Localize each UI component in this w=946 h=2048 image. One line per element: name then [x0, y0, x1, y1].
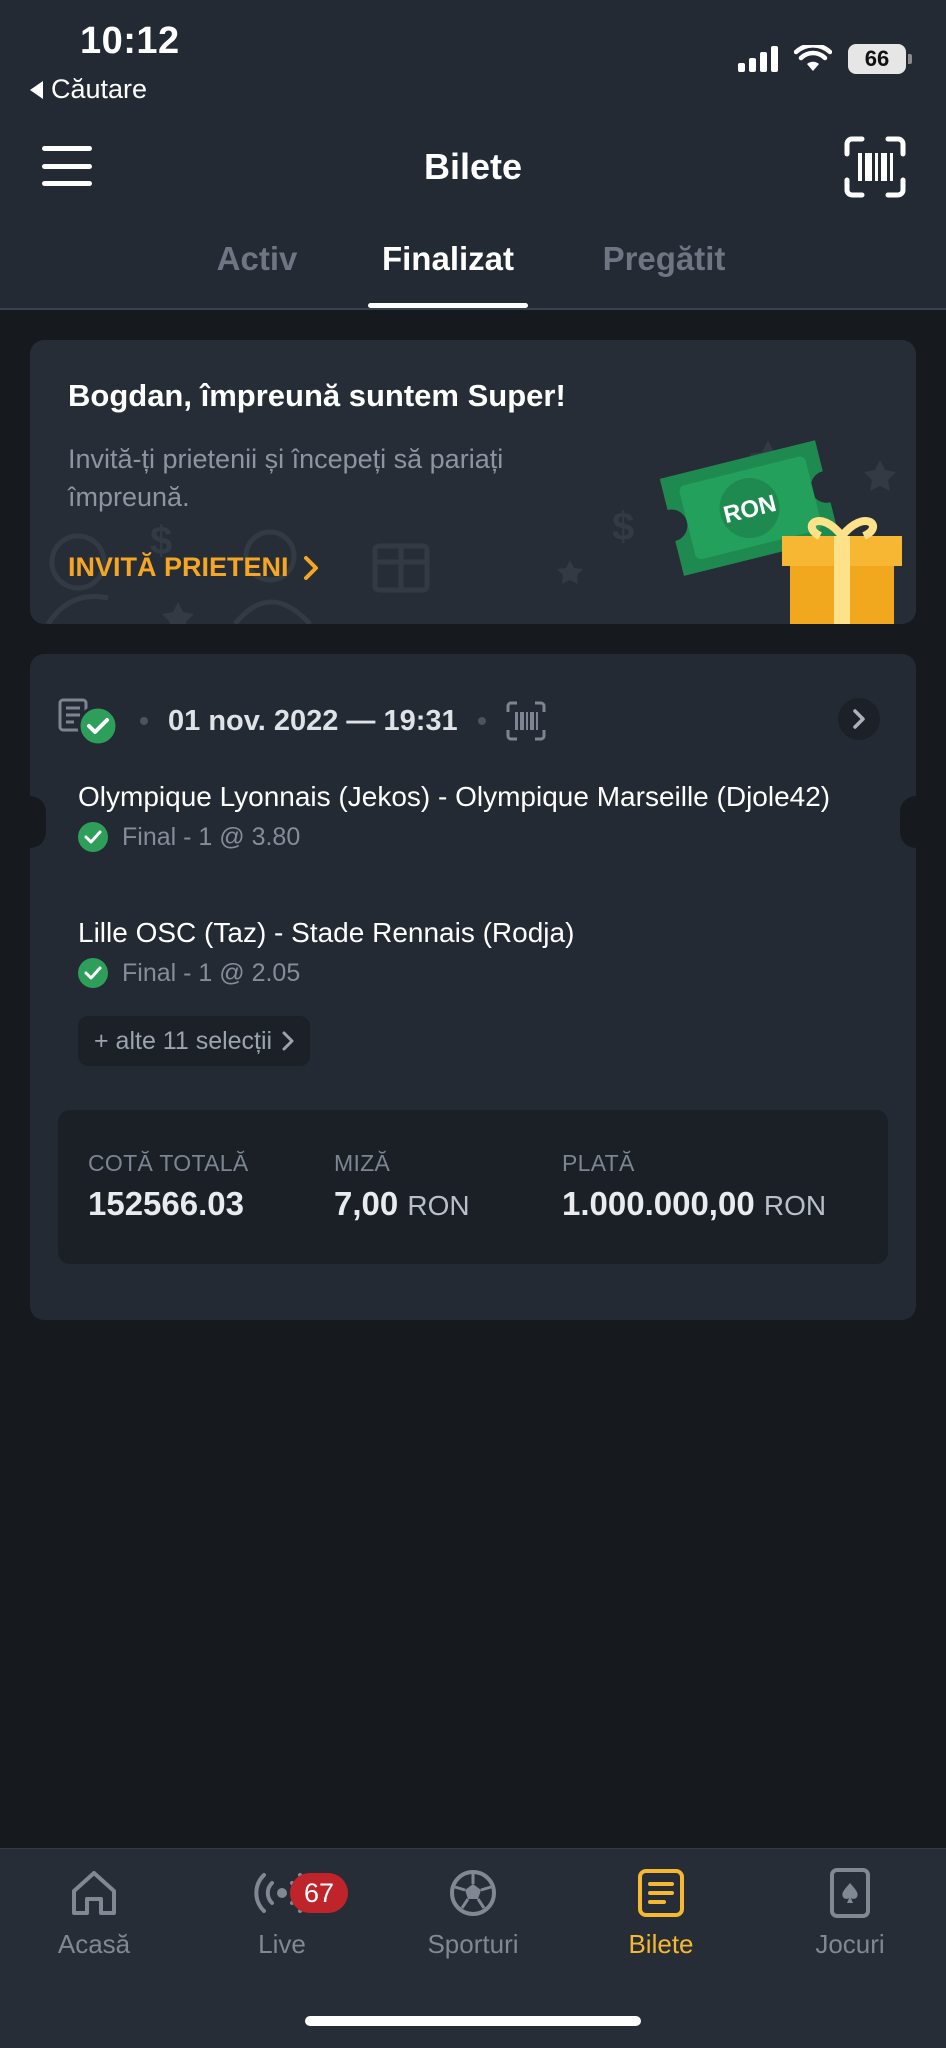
- barcode-scan-button[interactable]: [844, 136, 906, 198]
- home-indicator: [305, 2016, 641, 2026]
- selection-item: Lille OSC (Taz) - Stade Rennais (Rodja) …: [78, 916, 838, 988]
- tab-activ[interactable]: Activ: [214, 240, 300, 308]
- payout-label: PLATĂ: [562, 1150, 635, 1176]
- total-odds: COTĂ TOTALĂ 152566.03: [88, 1150, 249, 1223]
- back-to-search-link[interactable]: Căutare: [30, 74, 147, 105]
- nav-games-label: Jocuri: [815, 1929, 885, 1959]
- tab-pregatit[interactable]: Pregătit: [596, 240, 732, 308]
- selection-result-text: Final - 1 @ 3.80: [122, 822, 301, 851]
- back-arrow-icon: [30, 80, 43, 99]
- selection-match: Lille OSC (Taz) - Stade Rennais (Rodja): [78, 917, 575, 948]
- nav-sports-label: Sporturi: [427, 1929, 519, 1959]
- nav-live-label: Live: [258, 1929, 306, 1959]
- back-label: Căutare: [51, 74, 148, 104]
- chevron-right-icon: [282, 1031, 294, 1051]
- promo-description: Invită-ți prietenii și începeți să paria…: [68, 444, 504, 512]
- more-selections-label: + alte 11 selecții: [94, 1026, 273, 1055]
- payout-value: 1.000.000,00: [562, 1185, 755, 1222]
- signal-icon: [738, 46, 778, 72]
- payout: PLATĂ 1.000.000,00 RON: [562, 1150, 826, 1223]
- stake-amount: 7,00 RON: [334, 1185, 470, 1223]
- selection-result: Final - 1 @ 2.05: [78, 958, 838, 988]
- app-header: 10:12 Căutare 66 Bilete Activ Finalizat …: [0, 0, 946, 310]
- separator-dot: [140, 717, 148, 725]
- ticket-icon: [638, 1869, 684, 1917]
- status-time: 10:12: [80, 20, 180, 62]
- home-icon: [72, 1871, 116, 1915]
- invite-friends-label: INVITĂ PRIETENI: [68, 552, 289, 582]
- nav-tickets-label: Bilete: [628, 1929, 694, 1959]
- wifi-icon: [794, 45, 832, 71]
- stake-value: 7,00: [334, 1185, 399, 1222]
- ticket-details-button[interactable]: [838, 698, 880, 740]
- svg-text:$: $: [612, 505, 634, 549]
- tabs: Activ Finalizat Pregătit: [0, 240, 946, 310]
- nav-sports[interactable]: Sporturi: [393, 1865, 553, 1960]
- status-indicators: 66: [738, 44, 912, 74]
- selection-match: Olympique Lyonnais (Jekos) - Olympique M…: [78, 781, 831, 812]
- selection-result-text: Final - 1 @ 2.05: [122, 958, 301, 987]
- live-count-badge: 67: [290, 1873, 348, 1913]
- chevron-right-icon: [853, 709, 865, 729]
- invite-promo-card[interactable]: $ $ RON Bogdan, împreună suntem Super! I…: [30, 340, 916, 624]
- invite-friends-link[interactable]: INVITĂ PRIETENI: [68, 552, 319, 583]
- nav-tickets[interactable]: Bilete: [581, 1865, 741, 1960]
- check-icon: [78, 822, 108, 852]
- nav-home[interactable]: Acasă: [14, 1865, 174, 1960]
- cards-icon: [830, 1868, 870, 1918]
- total-odds-label: COTĂ TOTALĂ: [88, 1150, 249, 1176]
- battery-level: 66: [864, 46, 890, 71]
- payout-currency: RON: [763, 1190, 827, 1221]
- tab-finalizat[interactable]: Finalizat: [368, 240, 528, 308]
- ticket-datetime: 01 nov. 2022 — 19:31: [168, 704, 458, 737]
- stake-label: MIZĂ: [334, 1150, 391, 1176]
- more-selections-button[interactable]: + alte 11 selecții: [78, 1016, 311, 1066]
- check-icon: [78, 958, 108, 988]
- ticket-won-icon: [58, 696, 120, 747]
- stake-currency: RON: [407, 1190, 470, 1221]
- ticket-header: 01 nov. 2022 — 19:31: [58, 696, 546, 747]
- stake: MIZĂ 7,00 RON: [334, 1150, 470, 1223]
- page-title: Bilete: [423, 146, 523, 187]
- ticket-summary: COTĂ TOTALĂ 152566.03 MIZĂ 7,00 RON PLAT…: [58, 1110, 888, 1264]
- selection-result: Final - 1 @ 3.80: [78, 822, 838, 852]
- nav-live[interactable]: Live 67: [202, 1865, 362, 1960]
- selection-item: Olympique Lyonnais (Jekos) - Olympique M…: [78, 780, 838, 852]
- ticket-notch-right: [900, 796, 916, 848]
- chevron-right-icon: [303, 555, 318, 580]
- soccer-ball-icon: [450, 1870, 496, 1916]
- nav-games[interactable]: Jocuri: [770, 1865, 930, 1960]
- barcode-icon[interactable]: [506, 701, 546, 741]
- total-odds-value: 152566.03: [88, 1185, 244, 1222]
- ticket-card[interactable]: 01 nov. 2022 — 19:31 Olympique Lyonnais …: [30, 654, 916, 1320]
- promo-title: Bogdan, împreună suntem Super!: [68, 378, 566, 413]
- payout-amount: 1.000.000,00 RON: [562, 1185, 826, 1223]
- nav-home-label: Acasă: [57, 1929, 131, 1959]
- battery-icon: 66: [848, 44, 912, 74]
- separator-dot: [477, 717, 486, 725]
- ticket-notch-left: [30, 796, 46, 848]
